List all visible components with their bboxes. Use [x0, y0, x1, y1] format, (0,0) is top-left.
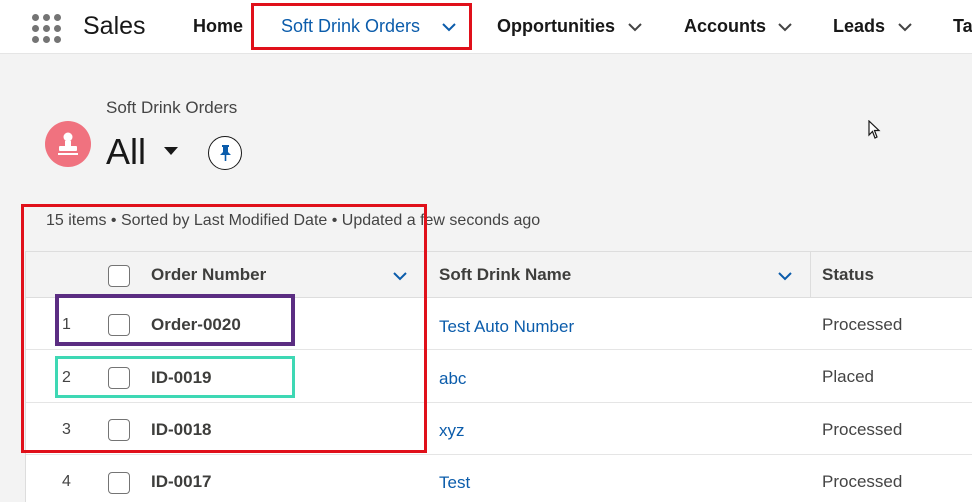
column-header-soft-drink-name[interactable]: Soft Drink Name	[439, 265, 571, 285]
row-checkbox[interactable]	[108, 314, 130, 336]
column-header-order-number[interactable]: Order Number	[151, 265, 266, 285]
row-checkbox[interactable]	[108, 367, 130, 389]
list-view-meta: 15 items • Sorted by Last Modified Date …	[46, 212, 541, 229]
row-number: 1	[62, 316, 71, 333]
order-number-cell[interactable]: ID-0018	[151, 420, 211, 440]
row-checkbox[interactable]	[108, 419, 130, 441]
order-number-cell[interactable]: ID-0019	[151, 368, 211, 388]
table-row: 3 ID-0018 xyz Processed	[26, 403, 972, 455]
column-divider[interactable]	[810, 252, 811, 298]
soft-drink-name-link[interactable]: xyz	[439, 421, 465, 441]
order-number-cell[interactable]: ID-0017	[151, 472, 211, 492]
object-label: Soft Drink Orders	[106, 98, 238, 117]
chevron-down-icon[interactable]	[440, 18, 458, 36]
soft-drink-name-link[interactable]: Test	[439, 473, 470, 493]
row-number: 3	[62, 421, 71, 438]
chevron-down-icon[interactable]	[896, 18, 914, 36]
status-cell: Processed	[822, 315, 903, 334]
table-row: 4 ID-0017 Test Processed	[26, 455, 972, 502]
soft-drink-name-link[interactable]: abc	[439, 369, 466, 389]
nav-tab-home[interactable]: Home	[193, 16, 243, 37]
row-number: 2	[62, 369, 71, 386]
mouse-cursor-icon	[868, 119, 882, 140]
records-table: Order Number Soft Drink Name Status 1 Or…	[25, 251, 972, 502]
soft-drink-name-link[interactable]: Test Auto Number	[439, 317, 574, 337]
column-divider[interactable]	[426, 252, 427, 298]
pin-list-view-button[interactable]	[208, 136, 242, 170]
list-view-title[interactable]: All	[106, 131, 146, 173]
status-cell: Processed	[822, 420, 903, 439]
table-row: 2 ID-0019 abc Placed	[26, 351, 972, 403]
pin-icon	[220, 145, 231, 161]
status-cell: Placed	[822, 367, 874, 386]
nav-tab-leads[interactable]: Leads	[833, 16, 885, 37]
status-cell: Processed	[822, 472, 903, 491]
stamp-icon	[45, 121, 91, 167]
app-name: Sales	[83, 12, 146, 40]
app-launcher-waffle-icon[interactable]	[30, 12, 61, 43]
chevron-down-icon[interactable]	[391, 267, 409, 285]
select-all-checkbox[interactable]	[108, 265, 130, 287]
chevron-down-icon[interactable]	[776, 18, 794, 36]
row-checkbox[interactable]	[108, 472, 130, 494]
order-number-cell[interactable]: Order-0020	[151, 315, 241, 335]
row-number: 4	[62, 473, 71, 490]
caret-down-icon[interactable]	[162, 144, 180, 158]
column-header-status[interactable]: Status	[822, 265, 874, 285]
chevron-down-icon[interactable]	[626, 18, 644, 36]
nav-tab-soft-drink-orders[interactable]: Soft Drink Orders	[281, 16, 420, 37]
nav-tab-accounts[interactable]: Accounts	[684, 16, 766, 37]
nav-tab-opportunities[interactable]: Opportunities	[497, 16, 615, 37]
table-row: 1 Order-0020 Test Auto Number Processed	[26, 298, 972, 350]
global-nav-bar: Sales Home Soft Drink Orders Opportuniti…	[0, 0, 972, 54]
chevron-down-icon[interactable]	[776, 267, 794, 285]
table-header: Order Number Soft Drink Name Status	[26, 252, 972, 298]
nav-tab-tasks[interactable]: Ta	[953, 16, 972, 37]
